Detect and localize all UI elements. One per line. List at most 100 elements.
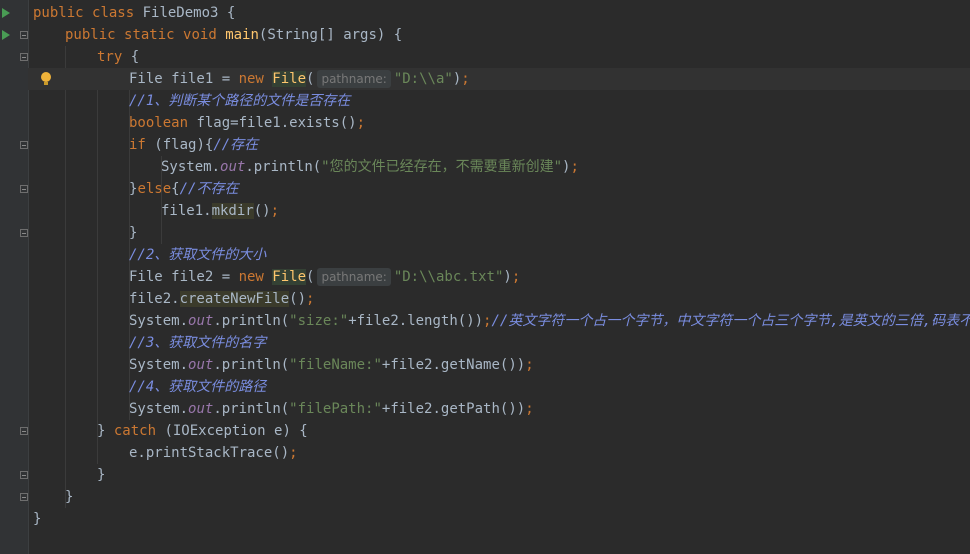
code-token: (String[] args) { [258,27,403,43]
code-token: +file2.length()) [348,313,484,329]
code-token: main [225,27,259,43]
code-text: } [97,464,105,486]
code-line[interactable]: System.out.println("filePath:"+file2.get… [28,398,970,420]
code-line[interactable]: public class FileDemo3 { [28,2,970,24]
code-line[interactable]: } [28,486,970,508]
run-icon[interactable] [2,30,10,40]
code-line[interactable]: file2.createNewFile(); [28,288,970,310]
code-token: try [97,49,131,65]
code-token: void [183,27,226,43]
code-token: File [272,269,307,285]
intention-bulb-icon[interactable] [41,72,51,85]
code-text: System.out.println("size:"+file2.length(… [129,310,970,332]
code-token: System. [129,313,189,329]
fold-icon[interactable] [20,53,28,61]
code-text: File file1 = new File(pathname: "D:\\a"); [129,68,470,90]
code-token: () [289,291,307,307]
code-token: System. [161,159,221,175]
fold-icon[interactable] [20,141,28,149]
code-text: file2.createNewFile(); [129,288,314,310]
code-text: try { [97,46,139,68]
code-token: { [171,181,180,197]
fold-icon[interactable] [20,185,28,193]
code-comment: //存在 [213,137,259,153]
code-text: }else{//不存在 [129,178,238,200]
code-line[interactable]: public static void main(String[] args) { [28,24,970,46]
code-token: out [188,357,214,373]
code-line[interactable]: }else{//不存在 [28,178,970,200]
code-token: out [188,401,214,417]
code-line[interactable]: } [28,508,970,530]
fold-icon[interactable] [20,229,28,237]
code-comment: //3、获取文件的名字 [129,335,267,351]
code-token: new [238,269,273,285]
code-line[interactable]: File file2 = new File(pathname: "D:\\abc.… [28,266,970,288]
code-token: ) [452,71,462,87]
code-token: new [238,71,273,87]
code-line[interactable]: boolean flag=file1.exists(); [28,112,970,134]
code-line[interactable]: //2、获取文件的大小 [28,244,970,266]
code-line[interactable]: } [28,464,970,486]
code-comment: //1、判断某个路径的文件是否存在 [129,93,351,109]
run-icon[interactable] [2,8,10,18]
code-line[interactable]: System.out.println("您的文件已经存在，不需要重新创建"); [28,156,970,178]
code-token: System. [129,401,189,417]
code-text: boolean flag=file1.exists(); [129,112,365,134]
code-token: ; [511,269,521,285]
code-line[interactable]: System.out.println("size:"+file2.length(… [28,310,970,332]
code-token: else [137,181,172,197]
code-token: ; [525,401,534,417]
code-token: +file2.getPath()) [381,401,526,417]
fold-icon[interactable] [20,31,28,39]
code-token: ; [525,357,534,373]
code-token: () [253,203,271,219]
code-text: e.printStackTrace(); [129,442,298,464]
code-token: } [33,511,42,527]
code-line[interactable]: System.out.println("fileName:"+file2.get… [28,354,970,376]
code-token: } [129,225,138,241]
code-text: } [129,222,137,244]
code-token: "您的文件已经存在，不需要重新创建" [321,159,563,175]
code-token: "fileName:" [289,357,382,373]
code-token: class [92,5,143,21]
code-text: System.out.println("您的文件已经存在，不需要重新创建"); [161,156,579,178]
code-text: public static void main(String[] args) { [65,24,402,46]
fold-icon[interactable] [20,493,28,501]
code-line[interactable]: //1、判断某个路径的文件是否存在 [28,90,970,112]
code-line[interactable]: file1.mkdir(); [28,200,970,222]
code-editor[interactable]: public class FileDemo3 {public static vo… [28,0,970,554]
code-text: //4、获取文件的路径 [129,376,266,398]
fold-icon[interactable] [20,427,28,435]
code-token: public [65,27,125,43]
code-text: //1、判断某个路径的文件是否存在 [129,90,350,112]
code-token: if [129,137,155,153]
code-line[interactable]: } [28,222,970,244]
code-token: createNewFile [179,291,290,307]
code-text: public class FileDemo3 { [33,2,235,24]
code-token: (flag){ [154,137,214,153]
code-line[interactable]: if (flag){//存在 [28,134,970,156]
code-token: .println( [213,401,290,417]
code-line[interactable]: File file1 = new File(pathname: "D:\\a"); [28,68,970,90]
code-line[interactable]: try { [28,46,970,68]
code-token: .println( [245,159,322,175]
code-comment: //不存在 [179,181,239,197]
code-token: { [130,49,140,65]
code-line[interactable]: //4、获取文件的路径 [28,376,970,398]
code-token: out [220,159,246,175]
parameter-hint: pathname: [317,70,391,88]
code-token: file2. [129,291,180,307]
code-line[interactable]: //3、获取文件的名字 [28,332,970,354]
code-token: File [272,71,307,87]
code-token: file1. [161,203,212,219]
fold-icon[interactable] [20,471,28,479]
code-token: "filePath:" [289,401,382,417]
code-token: boolean [129,115,197,131]
code-token: ; [270,203,280,219]
code-token: "D:\\abc.txt" [393,269,504,285]
code-line[interactable]: } catch (IOException e) { [28,420,970,442]
code-token: FileDemo3 { [142,5,236,21]
parameter-hint: pathname: [317,268,391,286]
code-line[interactable]: e.printStackTrace(); [28,442,970,464]
code-comment: //4、获取文件的路径 [129,379,267,395]
